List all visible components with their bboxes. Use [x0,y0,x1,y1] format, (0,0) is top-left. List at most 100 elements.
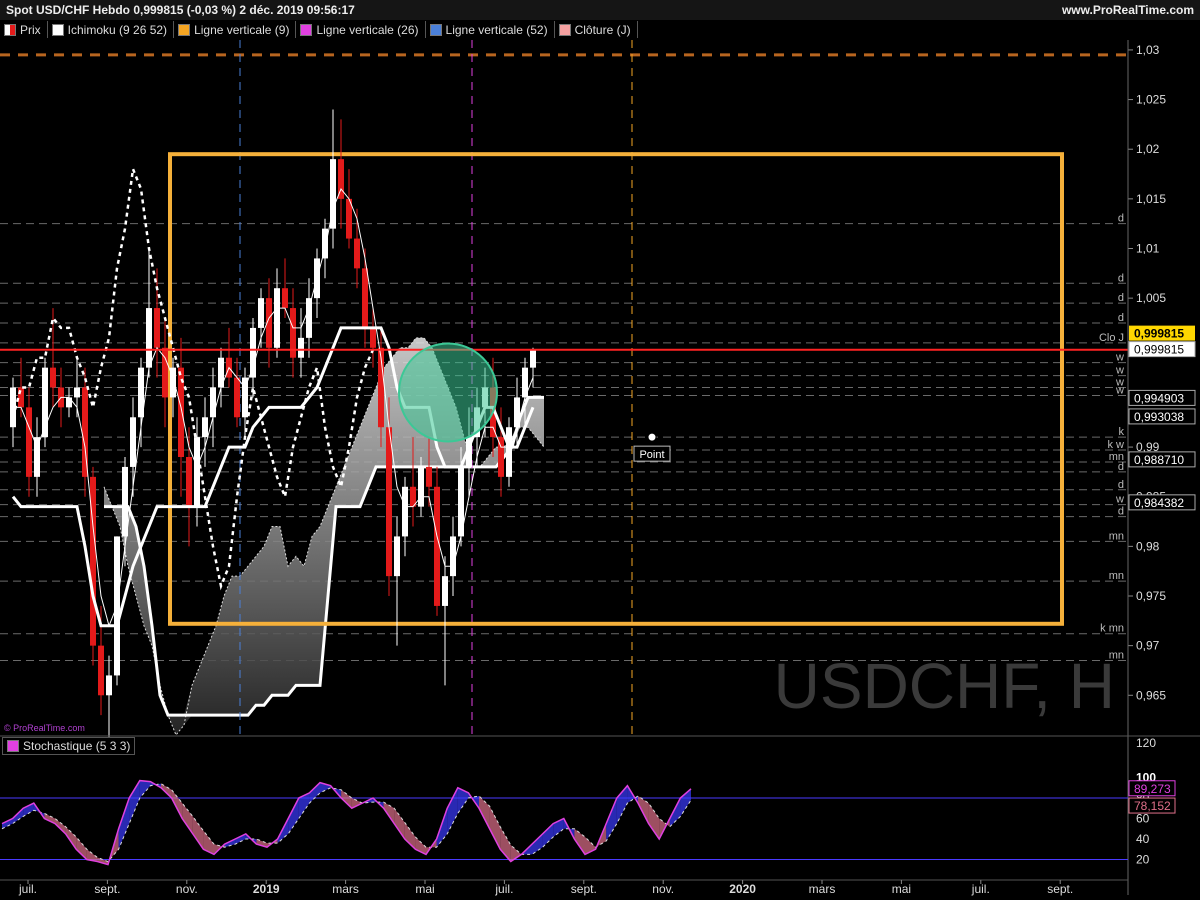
stoch-fill [224,839,236,848]
legend-item-vline-26[interactable]: Ligne verticale (26) [296,21,426,38]
stoch-fill [574,828,585,855]
x-tick-label: nov. [652,882,674,896]
candle-body [74,387,80,398]
stoch-fill [161,783,172,798]
candle-body [186,457,192,507]
legend-item-cloture[interactable]: Clôture (J) [555,21,638,38]
vline-52-swatch-icon [429,23,442,36]
level-label: d [1118,292,1124,304]
level-label: d [1118,479,1124,491]
stoch-fill [468,792,479,809]
stoch-fill [267,839,278,848]
senkou-span-b [104,395,544,717]
stoch-fill [150,781,161,788]
x-tick-label: 2020 [729,882,756,896]
y-tick-label: 1,015 [1136,192,1166,206]
candle-body [426,466,432,487]
legend-item-vline-9[interactable]: Ligne verticale (9) [174,21,297,38]
x-tick-label: mars [332,882,359,896]
brand-label[interactable]: www.ProRealTime.com [1062,3,1194,17]
candle-body [354,238,360,269]
stoch-fill [341,789,352,809]
x-tick-label: sept. [571,882,597,896]
y-tick-label: 1,03 [1136,43,1160,57]
legend-label: Ligne verticale (26) [316,22,419,37]
current-price-box [1129,325,1195,341]
legend-item-vline-52[interactable]: Ligne verticale (52) [426,21,555,38]
chart-title: Spot USD/CHF Hebdo 0,999815 (-0,03 %) 2 … [6,3,355,17]
y-tick-label: 0,98 [1136,539,1160,553]
stoch-fill [2,818,13,829]
candle-body [122,466,128,537]
y-tick-label: 1,025 [1136,93,1166,107]
stoch-fill [521,844,532,855]
y-tick-label: 1 [1136,341,1143,355]
candle-body [298,337,304,358]
watermark: USDCHF, H [774,650,1115,722]
candle-body [146,308,152,368]
candle-body [402,486,408,537]
indicator-legend: Prix Ichimoku (9 26 52) Ligne verticale … [0,21,638,38]
y-tick-label: 1,005 [1136,291,1166,305]
candle-body [242,377,248,418]
candle-body [410,486,416,507]
x-tick-label: juil. [18,882,37,896]
stoch-fill [595,823,607,850]
legend-label: Ichimoku (9 26 52) [67,22,168,37]
x-tick-label: mars [809,882,836,896]
stoch-d-label-box [1128,797,1176,814]
stoch-fill [616,785,628,824]
level-label: Clo J [1099,332,1124,344]
level-label: k [1119,426,1125,438]
candle-body [466,437,472,467]
candle-body [250,327,256,378]
candle-body [114,536,120,676]
stoch-fill [627,785,638,804]
stochastic-legend-label: Stochastique (5 3 3) [23,739,131,753]
stoch-fill [330,785,342,798]
legend-item-prix[interactable]: Prix [0,21,48,38]
legend-item-ichimoku[interactable]: Ichimoku (9 26 52) [48,21,175,38]
y-tick-label: 0,97 [1136,639,1160,653]
tenkan-sen [13,187,534,628]
level-label: mn [1109,530,1124,542]
vline-9-swatch-icon [178,23,191,36]
stoch-y-tick-label: 60 [1136,812,1150,826]
senkou-span-a [103,337,545,736]
candle-body [106,675,112,696]
stoch-fill [510,845,522,862]
stoch-fill [129,780,140,824]
stochastic-swatch-icon [7,740,19,752]
y-tick-label: 0,975 [1136,589,1166,603]
stochastic-legend[interactable]: Stochastique (5 3 3) [2,737,136,755]
stoch-fill [245,833,257,845]
stoch-fill [563,818,575,839]
stoch-fill [659,818,670,839]
stoch-fill [479,795,490,829]
point-label-box [633,445,671,462]
x-tick-label: sept. [94,882,120,896]
stoch-fill [457,787,469,814]
candle-body [18,387,24,408]
y-tick-label: 0,995 [1136,390,1166,404]
y-tick-label: 0,985 [1136,490,1166,504]
price-label: 0,988710 [1134,453,1184,467]
ichimoku-cloud [104,337,544,735]
legend-label: Prix [20,22,41,37]
candle-body [418,466,424,507]
candle-body [202,417,208,438]
stoch-fill [12,808,24,824]
candle-body [362,268,368,328]
level-label: d [1118,461,1124,473]
small-brand: © ProRealTime.com [4,723,85,733]
level-label: w [1115,352,1124,364]
stoch-fill [542,823,554,848]
candle-body [314,258,320,299]
candle-body [442,576,448,606]
price-label-box [1128,494,1196,511]
price-label-box [1128,389,1196,406]
level-label: mn [1109,451,1124,463]
candle-body [490,387,496,438]
level-label: w [1115,494,1124,506]
price-chart[interactable]: ddddClo Jwwwwkk wmnddwdmnmnk mnmn Point … [0,0,1200,900]
